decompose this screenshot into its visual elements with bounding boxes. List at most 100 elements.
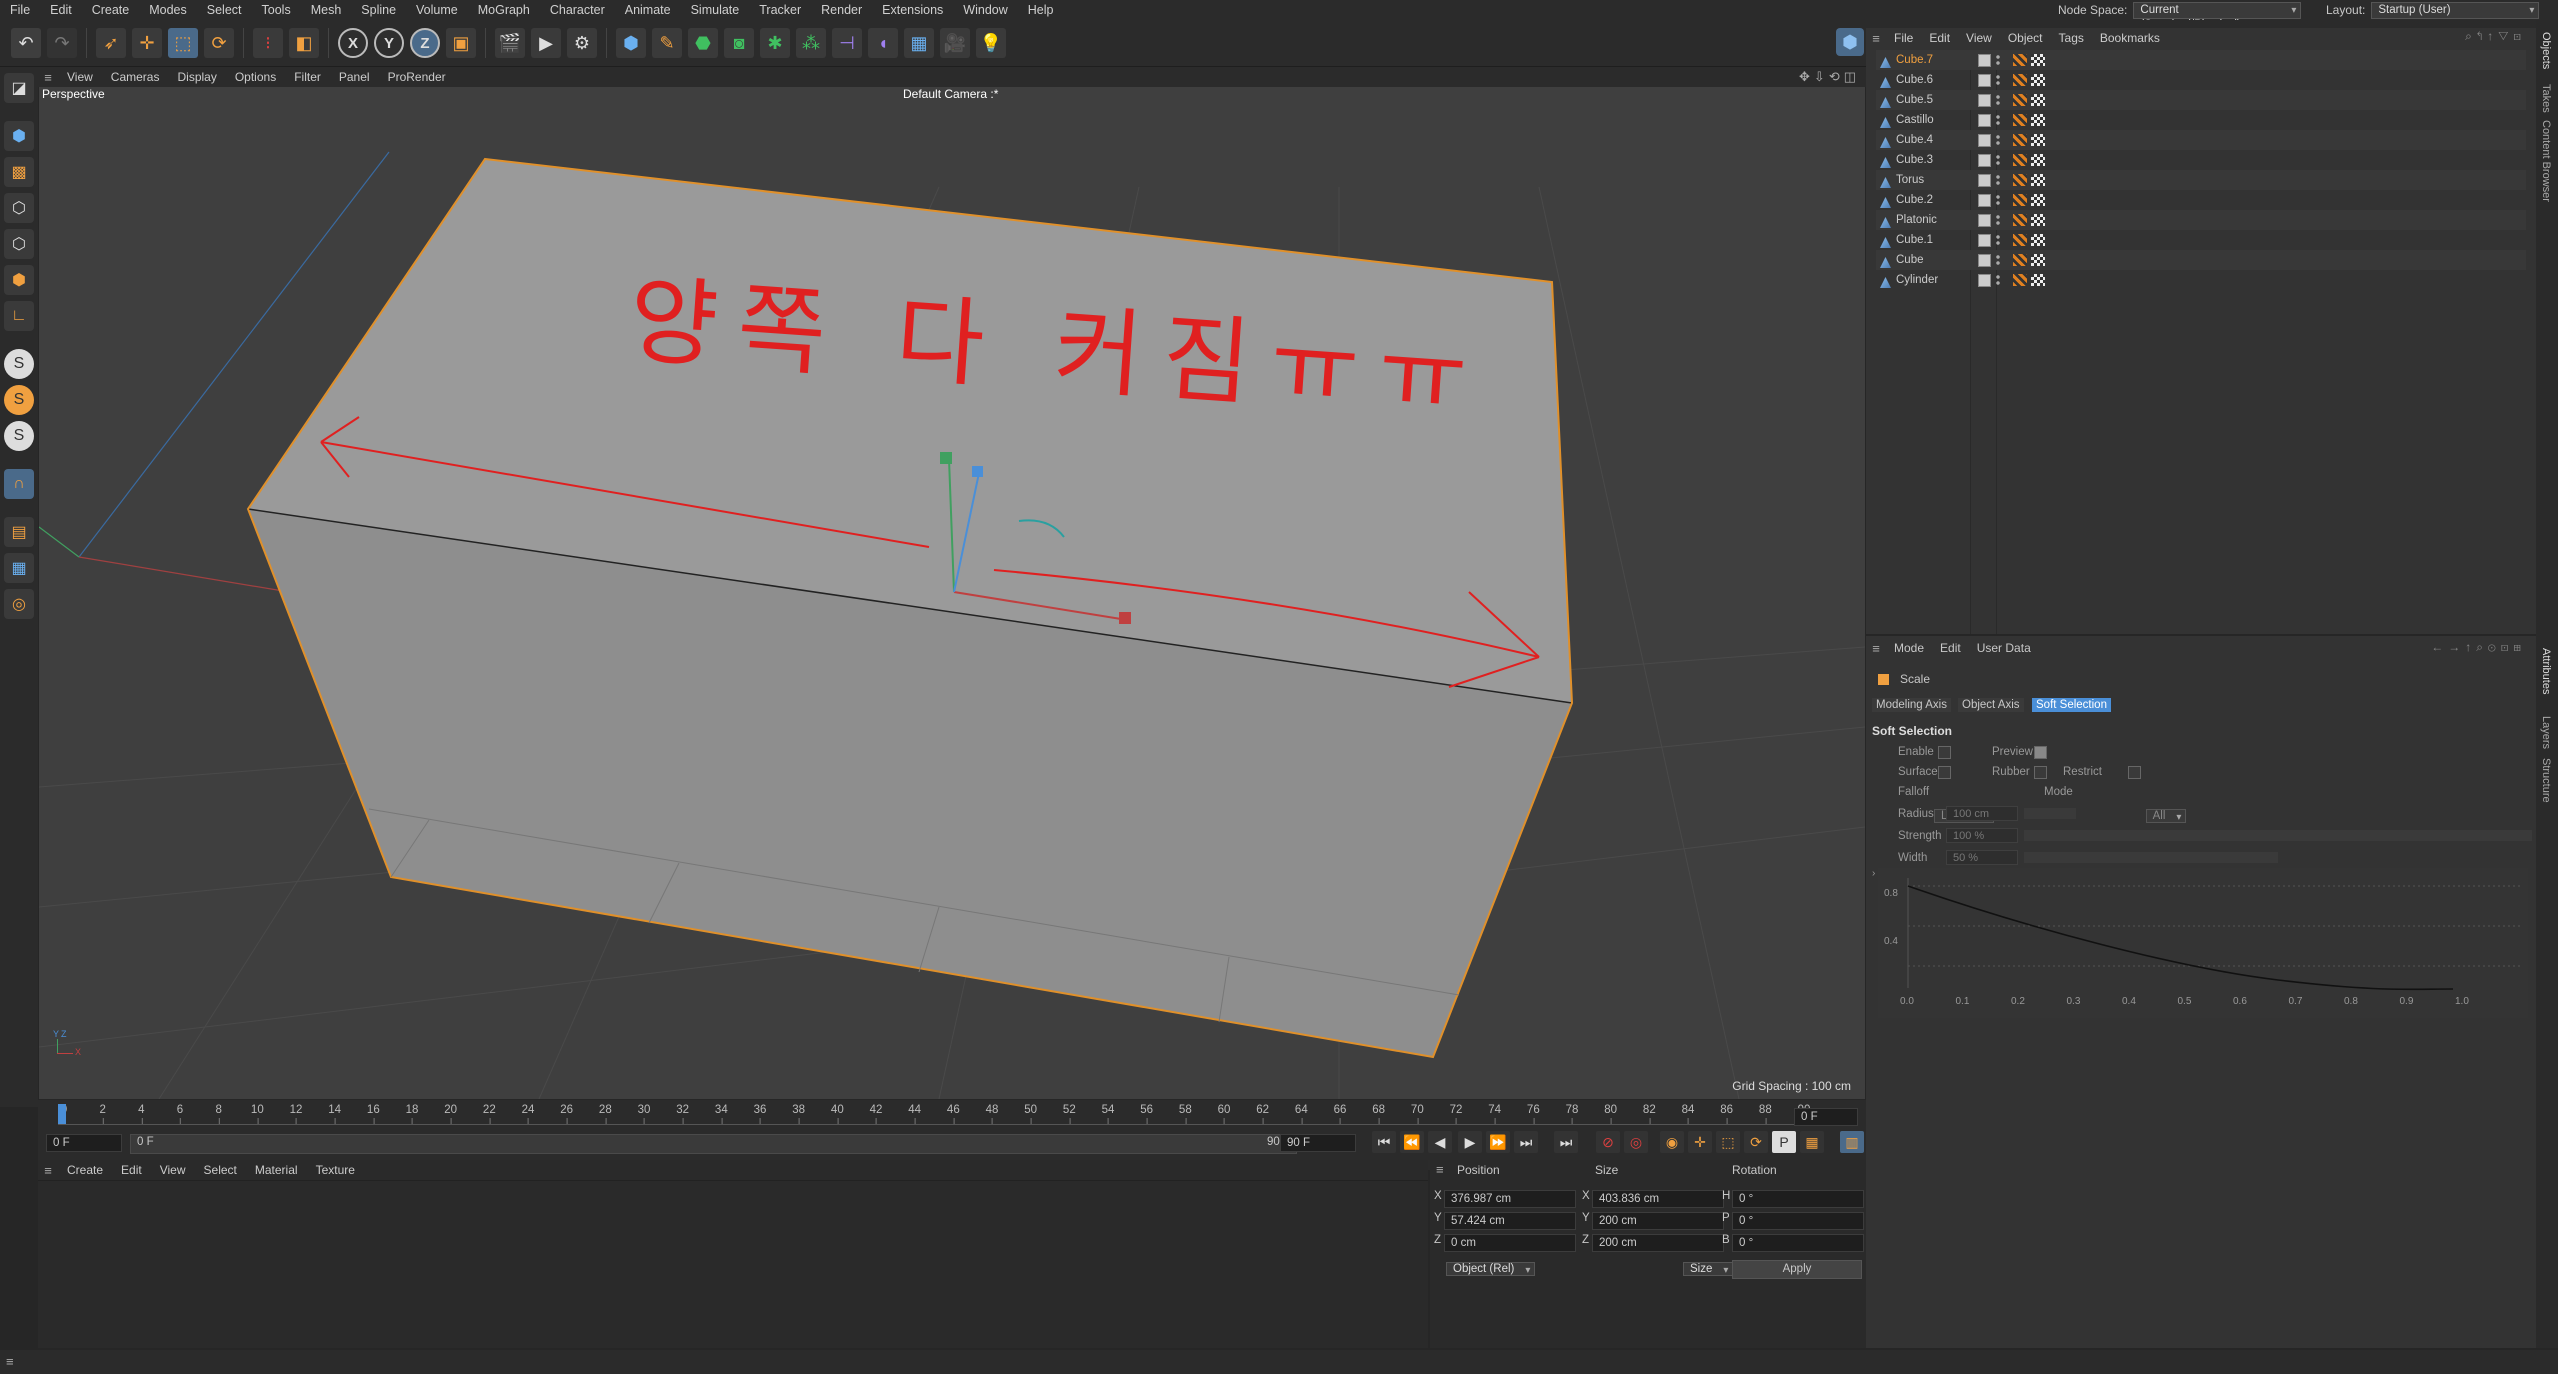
rotation-field[interactable]: 0 ° bbox=[1732, 1212, 1864, 1230]
menu-mograph[interactable]: MoGraph bbox=[468, 0, 540, 20]
redo-icon[interactable]: ↷ bbox=[47, 28, 77, 58]
object-enable-checkbox[interactable] bbox=[1978, 133, 1991, 147]
object-enable-checkbox[interactable] bbox=[1978, 213, 1991, 227]
hamburger-icon[interactable]: ≡ bbox=[1866, 641, 1886, 656]
menu-modes[interactable]: Modes bbox=[139, 0, 197, 20]
attributes-menu-edit[interactable]: Edit bbox=[1932, 641, 1969, 655]
material-tag-icon[interactable] bbox=[2031, 174, 2045, 186]
menu-character[interactable]: Character bbox=[540, 0, 615, 20]
recent-tool-icon[interactable]: ◧ bbox=[289, 28, 319, 58]
surface-checkbox[interactable] bbox=[1938, 766, 1951, 779]
rotation-field[interactable]: 0 ° bbox=[1732, 1234, 1864, 1252]
object-enable-checkbox[interactable] bbox=[1978, 253, 1991, 267]
viewport-menu-view[interactable]: View bbox=[58, 67, 102, 87]
object-enable-checkbox[interactable] bbox=[1978, 193, 1991, 207]
deformer-icon[interactable]: ⊣ bbox=[832, 28, 862, 58]
menu-select[interactable]: Select bbox=[197, 0, 252, 20]
visibility-dots-icon[interactable] bbox=[1995, 114, 2001, 126]
material-menu-texture[interactable]: Texture bbox=[307, 1160, 364, 1180]
rubber-checkbox[interactable] bbox=[2034, 766, 2047, 779]
tab-objects-vertical[interactable]: Objects bbox=[2540, 32, 2552, 69]
object-name[interactable]: Torus bbox=[1876, 174, 1966, 186]
solo-hierarchy-icon[interactable]: S bbox=[4, 385, 34, 415]
playhead[interactable] bbox=[58, 1104, 66, 1124]
object-row[interactable]: Cube.7 bbox=[1876, 50, 2526, 70]
menu-file[interactable]: File bbox=[0, 0, 40, 20]
phong-tag-icon[interactable] bbox=[2013, 74, 2027, 86]
viewport-menu-prorender[interactable]: ProRender bbox=[379, 67, 455, 87]
strength-slider[interactable] bbox=[2024, 830, 2532, 841]
object-name[interactable]: Cylinder bbox=[1876, 274, 1966, 286]
visibility-dots-icon[interactable] bbox=[1995, 254, 2001, 266]
object-row[interactable]: Cube.3 bbox=[1876, 150, 2526, 170]
material-tag-icon[interactable] bbox=[2031, 74, 2045, 86]
width-field[interactable]: 50 % bbox=[1946, 850, 2018, 865]
material-tag-icon[interactable] bbox=[2031, 154, 2045, 166]
enable-checkbox[interactable] bbox=[1938, 746, 1951, 759]
viewport-menu-display[interactable]: Display bbox=[168, 67, 225, 87]
make-editable-icon[interactable]: ◪ bbox=[4, 73, 34, 103]
object-enable-checkbox[interactable] bbox=[1978, 53, 1991, 67]
visibility-dots-icon[interactable] bbox=[1995, 214, 2001, 226]
key-position-icon[interactable]: ✛ bbox=[1688, 1131, 1712, 1153]
material-tag-icon[interactable] bbox=[2031, 194, 2045, 206]
visibility-dots-icon[interactable] bbox=[1995, 174, 2001, 186]
phong-tag-icon[interactable] bbox=[2013, 94, 2027, 106]
object-enable-checkbox[interactable] bbox=[1978, 93, 1991, 107]
select-tool-icon[interactable]: ➶ bbox=[96, 28, 126, 58]
render-settings-icon[interactable]: ⚙ bbox=[567, 28, 597, 58]
menu-mesh[interactable]: Mesh bbox=[301, 0, 352, 20]
falloff-graph[interactable]: › 0.8 0.4 0.0 0.1 0.2 0.3 0.4 0.5 0.6 0.7 0.8 0.9… bbox=[1872, 868, 2528, 1018]
object-name[interactable]: Cube.2 bbox=[1876, 194, 1966, 206]
coordinate-mode-dropdown[interactable]: Object (Rel) bbox=[1446, 1262, 1536, 1276]
tab-modeling-axis[interactable]: Modeling Axis bbox=[1872, 698, 1951, 712]
record-icon[interactable]: ◉ bbox=[1660, 1131, 1684, 1153]
tab-soft-selection[interactable]: Soft Selection bbox=[2032, 698, 2111, 712]
axis-mode-icon[interactable]: ∟ bbox=[4, 301, 34, 331]
key-rotation-icon[interactable]: ⟳ bbox=[1744, 1131, 1768, 1153]
position-field[interactable]: 376.987 cm bbox=[1444, 1190, 1576, 1208]
snap-icon[interactable]: ∩ bbox=[4, 469, 34, 499]
keyframe-selection-icon[interactable]: ◎ bbox=[1624, 1131, 1648, 1153]
material-tag-icon[interactable] bbox=[2031, 214, 2045, 226]
visibility-dots-icon[interactable] bbox=[1995, 134, 2001, 146]
object-name[interactable]: Cube.5 bbox=[1876, 94, 1966, 106]
position-field[interactable]: 0 cm bbox=[1444, 1234, 1576, 1252]
position-field[interactable]: 57.424 cm bbox=[1444, 1212, 1576, 1230]
objects-menu-view[interactable]: View bbox=[1958, 28, 2000, 48]
size-field[interactable]: 200 cm bbox=[1592, 1212, 1724, 1230]
visibility-dots-icon[interactable] bbox=[1995, 154, 2001, 166]
material-tag-icon[interactable] bbox=[2031, 234, 2045, 246]
material-menu-edit[interactable]: Edit bbox=[112, 1160, 151, 1180]
key-scale-icon[interactable]: ⬚ bbox=[1716, 1131, 1740, 1153]
phong-tag-icon[interactable] bbox=[2013, 234, 2027, 246]
phong-tag-icon[interactable] bbox=[2013, 174, 2027, 186]
object-enable-checkbox[interactable] bbox=[1978, 73, 1991, 87]
go-to-end-icon[interactable]: ⏭ bbox=[1554, 1131, 1578, 1153]
size-mode-dropdown[interactable]: Size bbox=[1682, 1262, 1734, 1276]
tab-structure-vertical[interactable]: Structure bbox=[2540, 758, 2552, 803]
axis-x-lock-button[interactable]: X bbox=[338, 28, 368, 58]
phong-tag-icon[interactable] bbox=[2013, 154, 2027, 166]
menu-create[interactable]: Create bbox=[82, 0, 140, 20]
viewport-menu-filter[interactable]: Filter bbox=[285, 67, 330, 87]
cube-icon[interactable]: ⬢ bbox=[616, 28, 646, 58]
objects-menu-object[interactable]: Object bbox=[2000, 28, 2051, 48]
menu-simulate[interactable]: Simulate bbox=[681, 0, 750, 20]
falloff-curve[interactable] bbox=[1907, 885, 2454, 991]
viewport-menu-options[interactable]: Options bbox=[226, 67, 285, 87]
menu-help[interactable]: Help bbox=[1018, 0, 1064, 20]
menu-render[interactable]: Render bbox=[811, 0, 872, 20]
material-tag-icon[interactable] bbox=[2031, 94, 2045, 106]
floor-icon[interactable]: ▦ bbox=[904, 28, 934, 58]
mograph-icon[interactable]: ⁂ bbox=[796, 28, 826, 58]
preview-checkbox[interactable] bbox=[2034, 746, 2047, 759]
object-row[interactable]: Cylinder bbox=[1876, 270, 2526, 290]
object-row[interactable]: Cube.5 bbox=[1876, 90, 2526, 110]
model-mode-icon[interactable]: ⬢ bbox=[4, 121, 34, 151]
workplane-icon[interactable]: ▤ bbox=[4, 517, 34, 547]
cloner-icon[interactable]: ✱ bbox=[760, 28, 790, 58]
menu-tracker[interactable]: Tracker bbox=[749, 0, 811, 20]
material-menu-create[interactable]: Create bbox=[58, 1160, 112, 1180]
autokey-icon[interactable]: ⊘ bbox=[1596, 1131, 1620, 1153]
